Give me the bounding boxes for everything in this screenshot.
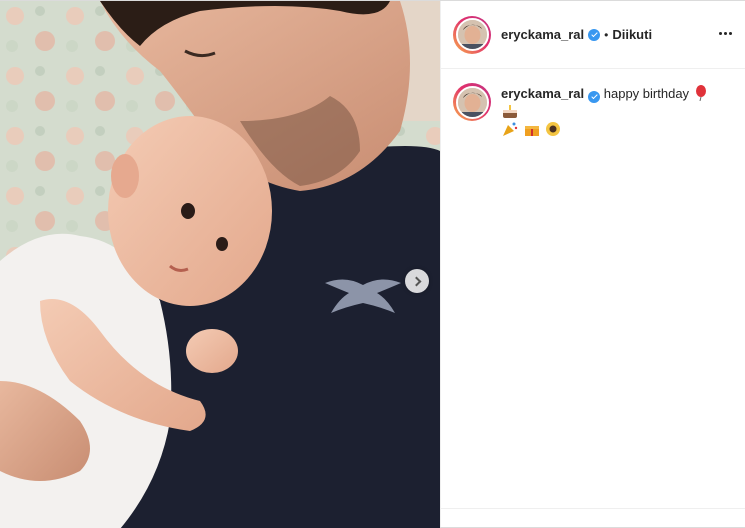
avatar-photo [457,87,487,117]
avatar-photo [457,20,487,49]
post-header: eryckama_ral • Diikuti [441,1,745,69]
avatar[interactable] [455,18,489,51]
verified-badge-icon [588,28,601,41]
follow-status-button[interactable]: Diikuti [612,27,652,42]
verified-badge-icon [588,90,601,103]
author-avatar-ring[interactable] [453,15,491,54]
caption-comment: eryckama_ral happy birthday [441,69,745,139]
author-username[interactable]: eryckama_ral [501,27,584,42]
cake-emoji-icon [503,105,517,118]
post-media[interactable] [0,1,440,528]
gift-emoji-icon [524,126,539,136]
avatar[interactable] [455,85,489,119]
balloon-emoji-icon [695,85,706,101]
header-separator: • [604,27,609,42]
more-options-icon[interactable] [715,23,735,43]
chevron-right-icon [411,276,421,286]
post-photo [0,1,440,528]
caption-body: eryckama_ral happy birthday [501,85,729,139]
caption-avatar-ring[interactable] [453,83,491,121]
caption-text: happy birthday [603,86,690,101]
panel-divider [441,508,745,509]
sunflower-emoji-icon [546,122,561,136]
caption-username[interactable]: eryckama_ral [501,86,584,101]
instagram-post: eryckama_ral • Diikuti eryckama_ral happ… [0,0,745,528]
post-side-panel: eryckama_ral • Diikuti eryckama_ral happ… [440,1,745,527]
party-popper-emoji-icon [503,122,518,136]
carousel-next-button[interactable] [405,269,429,293]
